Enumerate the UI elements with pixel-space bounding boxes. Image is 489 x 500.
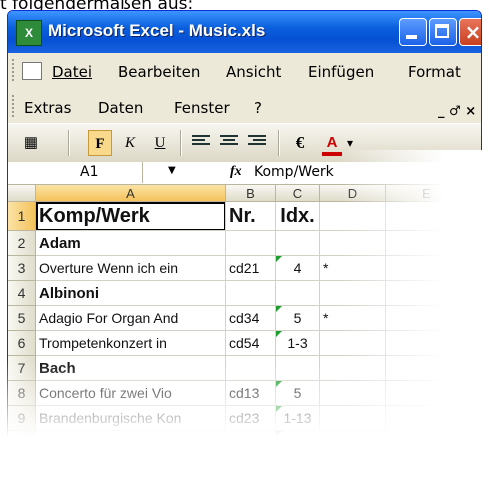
menu-format[interactable]: Format [408, 63, 461, 81]
maximize-button[interactable] [429, 18, 457, 46]
menu-help[interactable]: ? [254, 99, 262, 117]
menu-extras[interactable]: Extras [24, 99, 71, 117]
toolbar-separator [278, 130, 280, 156]
close-button[interactable]: × [459, 18, 482, 46]
cell-b5[interactable]: cd34 [226, 306, 276, 331]
cell-c3[interactable]: 4 [276, 256, 320, 281]
name-box-value: A1 [80, 164, 99, 180]
cell-a4[interactable]: Albinoni [36, 281, 226, 306]
maximize-icon [435, 24, 449, 38]
row-header[interactable]: 3 [8, 256, 36, 281]
mdi-controls[interactable]: _ ♂ × [438, 104, 476, 119]
grid-table-icon[interactable]: ▦ [18, 130, 44, 156]
close-icon: × [464, 20, 482, 44]
cell-b6[interactable]: cd54 [226, 331, 276, 356]
cell-a1[interactable]: Komp/Werk [36, 202, 226, 231]
align-left-icon[interactable] [192, 135, 210, 149]
cell-b4[interactable] [226, 281, 276, 306]
minimize-icon [406, 35, 417, 39]
title-bar[interactable]: X Microsoft Excel - Music.xls × [8, 11, 481, 53]
document-icon[interactable] [22, 62, 42, 80]
cell-c2[interactable] [276, 231, 320, 256]
column-header-c[interactable]: C [276, 185, 320, 202]
cell-b2[interactable] [226, 231, 276, 256]
cell-b1[interactable]: Nr. [226, 202, 276, 231]
window-title: Microsoft Excel - Music.xls [48, 21, 266, 40]
cell-a2[interactable]: Adam [36, 231, 226, 256]
font-color-swatch [322, 152, 342, 156]
menu-datei[interactable]: Datei [52, 63, 92, 81]
row-header[interactable]: 4 [8, 281, 36, 306]
fade-overlay-right [340, 150, 489, 500]
cell-c5[interactable]: 5 [276, 306, 320, 331]
euro-button[interactable]: € [288, 130, 312, 156]
cell-c1[interactable]: Idx. [276, 202, 320, 231]
formula-content[interactable]: Komp/Werk [254, 164, 334, 180]
cell-a3[interactable]: Overture Wenn ich ein [36, 256, 226, 281]
toolbar-grip-icon [12, 59, 17, 81]
toolbar-grip-icon [12, 95, 17, 117]
align-right-icon[interactable] [248, 135, 266, 149]
align-center-icon[interactable] [220, 135, 238, 149]
menu-fenster[interactable]: Fenster [174, 99, 230, 117]
column-header-a[interactable]: A [36, 185, 226, 202]
cell-c4[interactable] [276, 281, 320, 306]
menu-einfuegen[interactable]: Einfügen [308, 63, 374, 81]
row-header[interactable]: 1 [8, 202, 36, 231]
excel-app-icon[interactable]: X [16, 20, 42, 46]
cell-a6[interactable]: Trompetenkonzert in [36, 331, 226, 356]
chevron-down-icon[interactable]: ▼ [168, 165, 176, 176]
row-header[interactable]: 2 [8, 231, 36, 256]
menu-bearbeiten[interactable]: Bearbeiten [118, 63, 200, 81]
cell-c6[interactable]: 1-3 [276, 331, 320, 356]
row-header[interactable]: 5 [8, 306, 36, 331]
bold-button[interactable]: F [88, 130, 112, 156]
minimize-button[interactable] [399, 18, 427, 46]
menu-ansicht[interactable]: Ansicht [226, 63, 281, 81]
fx-icon[interactable]: fx [230, 164, 242, 180]
menu-daten[interactable]: Daten [98, 99, 143, 117]
toolbar-separator [68, 130, 70, 156]
column-header-b[interactable]: B [226, 185, 276, 202]
select-all-corner[interactable] [8, 185, 36, 202]
row-header[interactable]: 6 [8, 331, 36, 356]
underline-button[interactable]: U [148, 130, 172, 156]
italic-button[interactable]: K [118, 130, 142, 156]
name-box[interactable]: A1 ▼ [18, 162, 176, 183]
cell-b3[interactable]: cd21 [226, 256, 276, 281]
cell-a5[interactable]: Adagio For Organ And [36, 306, 226, 331]
toolbar-separator [180, 130, 182, 156]
menu-bar: Datei Bearbeiten Ansicht Einfügen Format… [8, 53, 481, 123]
